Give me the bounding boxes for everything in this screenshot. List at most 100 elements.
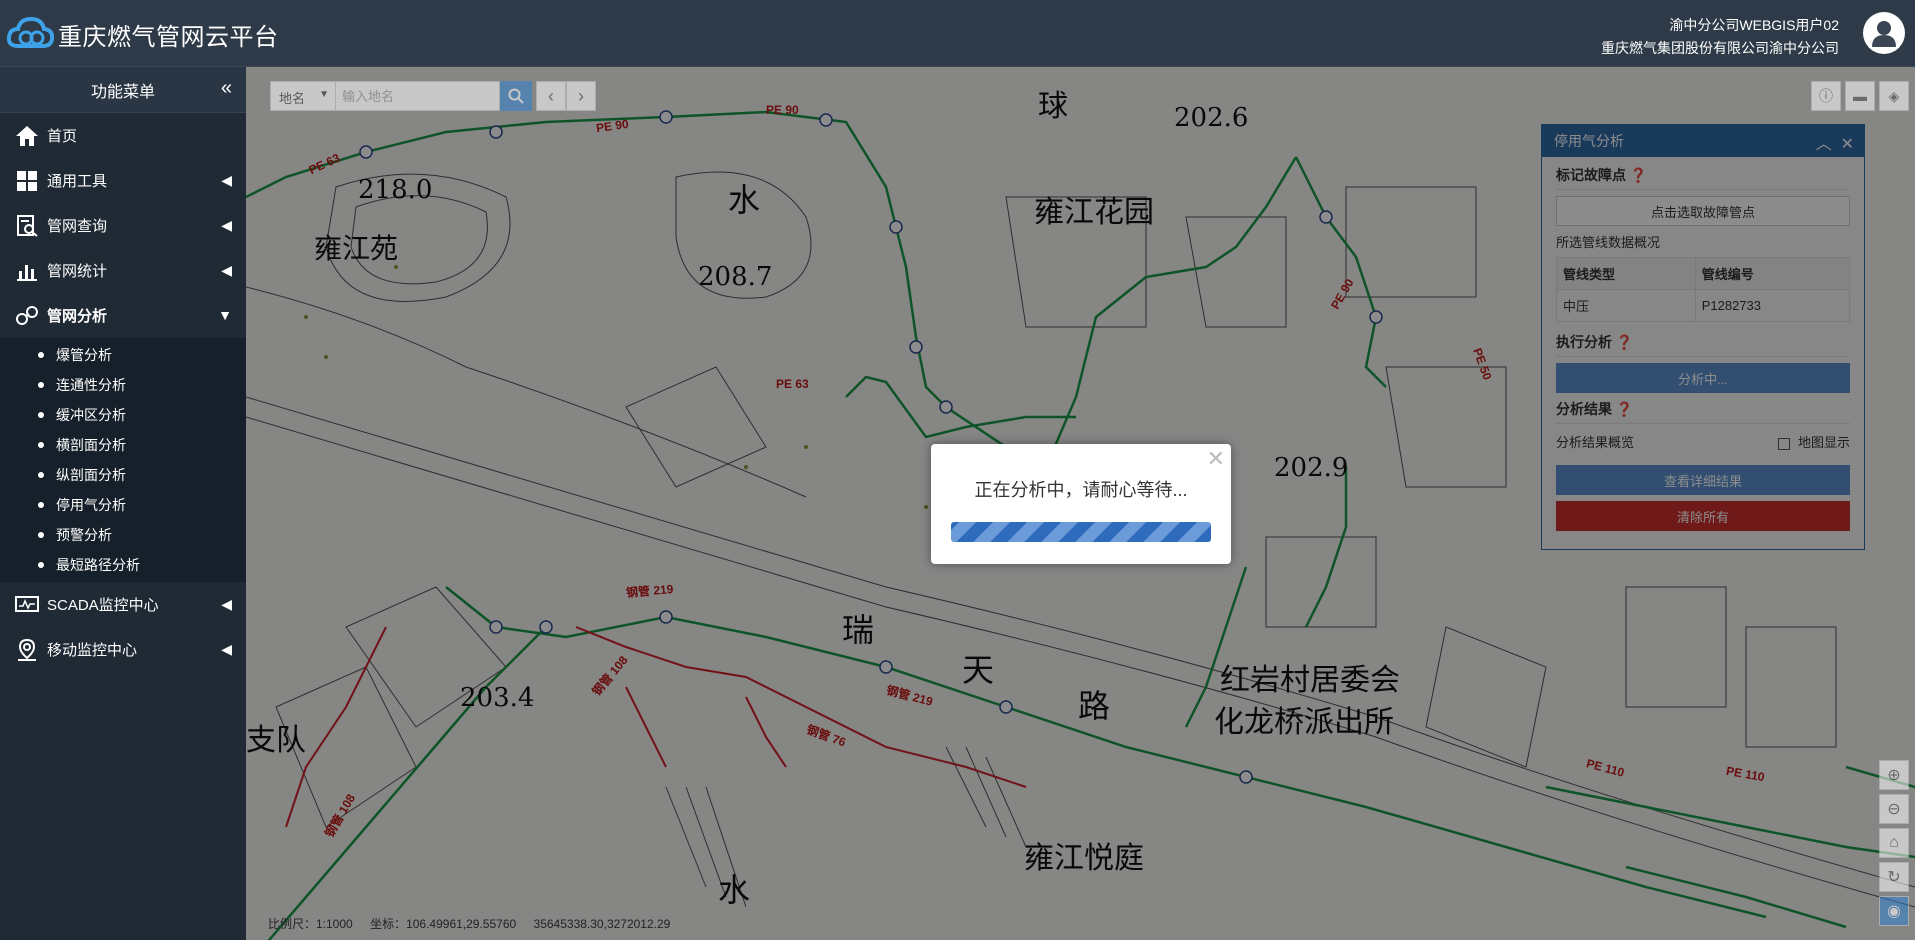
- chevron-left-icon: ◀: [221, 217, 232, 233]
- table-header: 管线编号: [1694, 257, 1851, 290]
- chevron-left-icon: ◀: [221, 262, 232, 278]
- double-chevron-left-icon[interactable]: «: [221, 77, 232, 100]
- app-title: 重庆燃气管网云平台: [58, 23, 279, 51]
- table-header: 管线类型: [1556, 257, 1696, 290]
- submenu-item[interactable]: 纵剖面分析: [0, 460, 246, 490]
- zoom-in-button[interactable]: ⊕: [1879, 760, 1909, 790]
- globe-button[interactable]: ◉: [1879, 896, 1909, 926]
- bullet-icon: [38, 562, 44, 568]
- sidebar-item-stats[interactable]: 管网统计 ◀: [0, 248, 246, 293]
- sidebar-item-query[interactable]: 管网查询 ◀: [0, 203, 246, 248]
- bullet-icon: [38, 532, 44, 538]
- home-view-button[interactable]: ⌂: [1879, 828, 1909, 858]
- map-display-toggle[interactable]: 地图显示: [1777, 432, 1850, 451]
- sidebar: 功能菜单 « 首页 通用工具 ◀ 管网查询 ◀ 管网统计 ◀ 管网分析 ▼ 爆管…: [0, 67, 246, 940]
- exec-analysis-heading: 执行分析 ❓: [1556, 332, 1850, 357]
- user-name: 渝中分公司WEBGIS用户02: [1669, 17, 1839, 33]
- progress-bar: [951, 522, 1211, 542]
- submenu-item[interactable]: 横剖面分析: [0, 430, 246, 460]
- sidebar-item-analysis[interactable]: 管网分析 ▼: [0, 293, 246, 338]
- sidebar-item-mobile[interactable]: 移动监控中心 ◀: [0, 627, 246, 672]
- checkbox-icon[interactable]: [1777, 437, 1790, 450]
- map-zoom-controls: ⊕ ⊖ ⌂ ↻ ◉: [1879, 760, 1909, 930]
- caret-down-icon: ▼: [319, 89, 329, 100]
- result-overview-label: 分析结果概览: [1556, 435, 1635, 450]
- chevron-left-icon: ◀: [221, 172, 232, 188]
- chevron-left-icon: ‹: [548, 85, 554, 106]
- avatar[interactable]: [1863, 12, 1905, 54]
- zoom-out-icon: ⊖: [1887, 801, 1901, 818]
- analysis-submenu: 爆管分析 连通性分析 缓冲区分析 横剖面分析 纵剖面分析 停用气分析 预警分析 …: [0, 338, 246, 582]
- submenu-item[interactable]: 连通性分析: [0, 370, 246, 400]
- info-icon: ⓘ: [1819, 88, 1833, 104]
- projected-coords-text: 35645338.30,3272012.29: [533, 917, 671, 931]
- map-toolbar: ⓘ ▬ ◈: [1807, 81, 1909, 111]
- clear-all-button[interactable]: 清除所有: [1556, 501, 1850, 531]
- submenu-item[interactable]: 爆管分析: [0, 340, 246, 370]
- bullet-icon: [38, 442, 44, 448]
- info-button[interactable]: ⓘ: [1811, 81, 1841, 111]
- stop-gas-analysis-panel: 停用气分析 ︿ ✕ 标记故障点 ❓ 点击选取故障管点 所选管线数据概况 管线类型…: [1541, 124, 1865, 550]
- table-row: 中压 P1282733: [1556, 289, 1851, 322]
- forward-button[interactable]: ›: [566, 81, 596, 111]
- loading-message: 正在分析中，请耐心等待...: [974, 480, 1188, 500]
- bullet-icon: [38, 382, 44, 388]
- home-icon: ⌂: [1889, 834, 1899, 851]
- pick-fault-point-button[interactable]: 点击选取故障管点: [1556, 196, 1850, 226]
- sidebar-item-label: 管网分析: [47, 308, 108, 325]
- back-button[interactable]: ‹: [536, 81, 566, 111]
- ruler-icon: ▬: [1853, 88, 1867, 104]
- refresh-button[interactable]: ↻: [1879, 862, 1909, 892]
- close-icon[interactable]: ✕: [1207, 446, 1225, 472]
- sidebar-item-label: 管网统计: [47, 263, 108, 280]
- submenu-item[interactable]: 停用气分析: [0, 490, 246, 520]
- top-header: 重庆燃气管网云平台 渝中分公司WEBGIS用户02 重庆燃气集团股份有限公司渝中…: [0, 0, 1915, 67]
- analyzing-button[interactable]: 分析中...: [1556, 363, 1850, 393]
- grid-icon: [14, 168, 40, 194]
- submenu-item[interactable]: 缓冲区分析: [0, 400, 246, 430]
- sidebar-item-home[interactable]: 首页: [0, 113, 246, 158]
- bullet-icon: [38, 502, 44, 508]
- layers-button[interactable]: ◈: [1879, 81, 1909, 111]
- result-heading: 分析结果 ❓: [1556, 399, 1850, 424]
- sidebar-item-label: 管网查询: [47, 218, 108, 235]
- loading-dialog: ✕ 正在分析中，请耐心等待...: [931, 444, 1231, 564]
- search-type-select[interactable]: 地名 ▼: [270, 81, 336, 111]
- close-icon[interactable]: ✕: [1841, 136, 1854, 153]
- sidebar-item-label: 移动监控中心: [47, 642, 138, 659]
- zoom-out-button[interactable]: ⊖: [1879, 794, 1909, 824]
- chevron-down-icon: ▼: [218, 307, 232, 323]
- panel-title: 停用气分析: [1554, 133, 1624, 149]
- sidebar-header: 功能菜单 «: [0, 67, 246, 113]
- panel-body: 标记故障点 ❓ 点击选取故障管点 所选管线数据概况 管线类型 管线编号 中压 P…: [1542, 157, 1864, 541]
- sidebar-item-label: 通用工具: [47, 173, 108, 190]
- table-cell: 中压: [1556, 289, 1696, 322]
- measure-button[interactable]: ▬: [1845, 81, 1875, 111]
- sidebar-item-tools[interactable]: 通用工具 ◀: [0, 158, 246, 203]
- search-doc-icon: [14, 213, 40, 239]
- bullet-icon: [38, 412, 44, 418]
- help-icon: ❓: [1615, 334, 1634, 350]
- help-icon: ❓: [1629, 167, 1648, 183]
- app-logo: 重庆燃气管网云平台: [6, 14, 279, 54]
- sidebar-item-scada[interactable]: SCADA监控中心 ◀: [0, 582, 246, 627]
- panel-controls: ︿ ✕: [1816, 130, 1854, 154]
- view-details-button[interactable]: 查看详细结果: [1556, 465, 1850, 495]
- user-org: 重庆燃气集团股份有限公司渝中分公司: [1601, 40, 1839, 56]
- coords-text: 坐标：106.49961,29.55760: [370, 917, 517, 931]
- collapse-icon[interactable]: ︿: [1816, 136, 1832, 153]
- search-input[interactable]: [336, 81, 500, 111]
- overview-label: 所选管线数据概况: [1556, 235, 1661, 250]
- submenu-item[interactable]: 预警分析: [0, 520, 246, 550]
- search-button[interactable]: [500, 81, 532, 111]
- submenu-item[interactable]: 最短路径分析: [0, 550, 246, 580]
- globe-icon: ◉: [1887, 903, 1901, 920]
- help-icon: ❓: [1615, 401, 1634, 417]
- table-cell: P1282733: [1694, 289, 1851, 322]
- analysis-icon: [14, 303, 40, 329]
- bullet-icon: [38, 352, 44, 358]
- mark-fault-heading: 标记故障点 ❓: [1556, 165, 1850, 190]
- chart-icon: [14, 258, 40, 284]
- chevron-right-icon: ›: [578, 85, 584, 106]
- location-icon: [14, 637, 40, 663]
